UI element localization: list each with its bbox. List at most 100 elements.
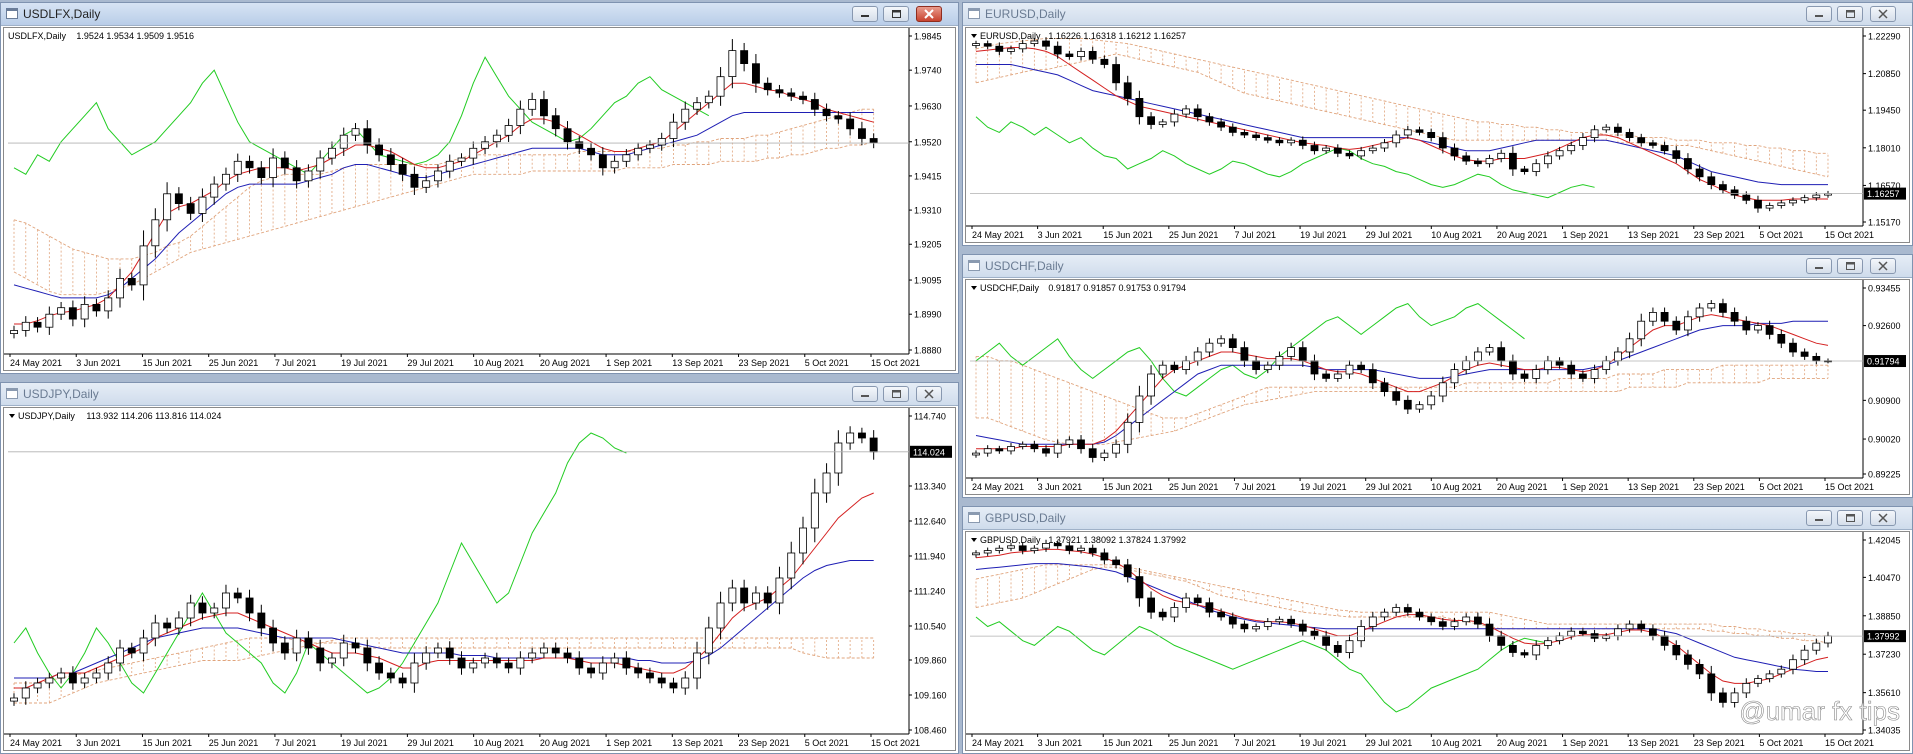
maximize-button[interactable] [883, 386, 909, 402]
candle-body [1415, 611, 1424, 618]
minimize-button[interactable] [1806, 510, 1832, 526]
kijun-sen [976, 64, 1828, 186]
minimize-button[interactable] [1806, 258, 1832, 274]
titlebar-usdchf[interactable]: USDCHF,Daily [963, 255, 1912, 278]
minimize-button[interactable] [852, 386, 878, 402]
candle-body [245, 160, 254, 169]
candle-body [492, 657, 501, 664]
candle-body [1824, 635, 1832, 644]
candle-body [221, 592, 230, 609]
candle-body [104, 297, 113, 312]
candle-body [1287, 618, 1296, 625]
candle-body [869, 437, 878, 453]
titlebar-eurusd[interactable]: EURUSD,Daily [963, 3, 1912, 26]
maximize-button[interactable] [883, 6, 909, 22]
candle-body [1660, 145, 1669, 152]
senkou-span-a [13, 108, 874, 260]
candle-body [834, 442, 843, 474]
candle-body [1392, 134, 1401, 144]
price-tick-label: 0.90900 [1868, 396, 1901, 406]
candle-body [1205, 342, 1214, 353]
close-button[interactable] [916, 6, 942, 22]
candle-body [1018, 43, 1027, 50]
chart-usdlfx[interactable]: 1.9845 1.9740 1.9630 1.9520 1.9415 1.9310 1.92… [4, 28, 955, 370]
candle-body [528, 652, 537, 659]
candle-body [57, 672, 66, 679]
maximize-button[interactable] [1837, 258, 1863, 274]
price-tick-label: 114.740 [914, 412, 946, 422]
titlebar-gbpusd[interactable]: GBPUSD,Daily [963, 507, 1912, 530]
candle-body [716, 602, 725, 629]
candle-body [1672, 320, 1681, 331]
candle-body [174, 617, 183, 629]
price-tick-label: 1.40470 [1868, 573, 1901, 583]
candle-body [1800, 197, 1809, 201]
candle-body [1392, 607, 1401, 613]
candle-body [810, 99, 819, 110]
candle-body [1380, 142, 1389, 149]
date-tick-label: 24 May 2021 [972, 738, 1024, 748]
date-tick-label: 7 Jul 2021 [275, 738, 317, 748]
chart-area[interactable]: 0.93455 0.92600 0.91794 0.90900 0.90020 0.892… [965, 279, 1910, 495]
candle-body [1532, 163, 1541, 172]
window-usdjpy[interactable]: USDJPY,Daily 114.740 114.024 113.340 112.64… [0, 382, 959, 754]
candle-body [1170, 113, 1179, 123]
candle-body [1030, 547, 1039, 552]
titlebar-usdlfx[interactable]: USDLFX,Daily [1, 3, 958, 26]
candle-body [728, 587, 737, 604]
window-usdchf[interactable]: USDCHF,Daily 0.93455 0.92600 0.91794 0.9090… [962, 254, 1913, 498]
candle-body [10, 330, 18, 334]
close-button[interactable] [1870, 6, 1896, 22]
minimize-button[interactable] [1806, 6, 1832, 22]
candle-body [422, 180, 431, 188]
candle-body [116, 647, 124, 664]
candle-body [1695, 663, 1704, 675]
date-tick-label: 29 Jul 2021 [1366, 738, 1413, 748]
candle-body [752, 63, 760, 84]
candle-body [1637, 137, 1646, 144]
candle-body [1765, 205, 1774, 209]
candle-body [622, 657, 631, 669]
candle-body [1135, 98, 1144, 118]
chart-usdchf[interactable]: 0.93455 0.92600 0.91794 0.90900 0.90020 0.892… [966, 280, 1909, 494]
chart-eurusd[interactable]: 1.222901.208501.194501.180101.165701.162… [966, 28, 1909, 242]
candle-body [1415, 129, 1424, 133]
price-tick-label: 112.640 [914, 517, 946, 527]
chart-usdjpy[interactable]: 114.740 114.024 113.340 112.640 111.940 111.2… [4, 408, 955, 750]
date-tick-label: 20 Aug 2021 [1497, 738, 1548, 748]
chart-area[interactable]: 114.740 114.024 113.340 112.640 111.940 111.2… [3, 407, 956, 751]
close-button[interactable] [1870, 510, 1896, 526]
maximize-icon [1846, 514, 1855, 522]
candle-body [1193, 351, 1202, 362]
candle-body [995, 547, 1004, 552]
close-button[interactable] [916, 386, 942, 402]
candle-body [1789, 342, 1797, 353]
candle-body [1637, 623, 1646, 630]
candle-body [1170, 364, 1179, 370]
maximize-button[interactable] [1837, 6, 1863, 22]
minimize-button[interactable] [852, 6, 878, 22]
window-usdlfx[interactable]: USDLFX,Daily 1.9845 1.9740 1.9630 1.9520 1.9… [0, 2, 959, 374]
window-eurusd[interactable]: EURUSD,Daily 1.22290 1.20850 1.19450 1.1801… [962, 2, 1913, 246]
chart-area[interactable]: 1.22290 1.20850 1.19450 1.18010 1.16570 1.162… [965, 27, 1910, 243]
candle-body [1053, 443, 1062, 454]
candle-body [1660, 312, 1669, 322]
candle-body [292, 167, 301, 182]
candle-body [1754, 678, 1762, 684]
candle-body [292, 637, 301, 654]
candle-body [1415, 404, 1424, 410]
chart-area[interactable]: 1.9845 1.9740 1.9630 1.9520 1.9415 1.9310 1.92… [3, 27, 956, 371]
candle-body [1345, 364, 1354, 375]
window-title: USDCHF,Daily [985, 259, 1064, 273]
candle-body [1520, 168, 1529, 172]
close-button[interactable] [1870, 258, 1896, 274]
candle-body [1193, 597, 1202, 604]
candle-body [316, 647, 325, 664]
maximize-button[interactable] [1837, 510, 1863, 526]
candle-body [469, 662, 478, 669]
candle-body [1018, 443, 1027, 447]
candle-body [1485, 158, 1494, 165]
candle-body [257, 612, 266, 629]
price-tag: 1.16257 [1867, 189, 1900, 199]
titlebar-usdjpy[interactable]: USDJPY,Daily [1, 383, 958, 406]
